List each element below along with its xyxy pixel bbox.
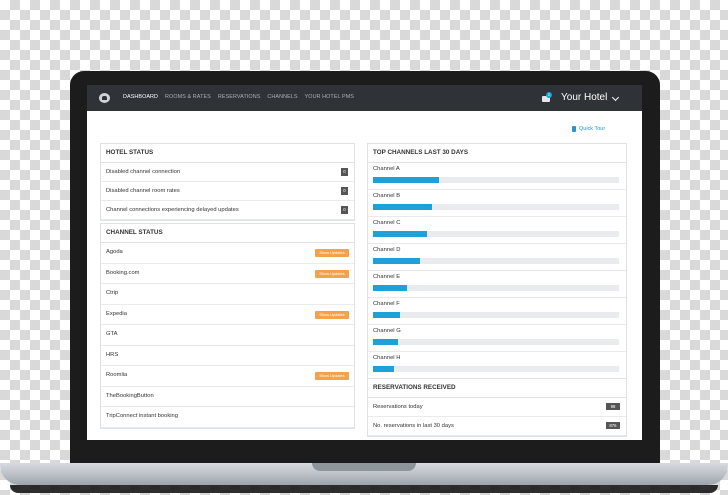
channel-status-row: HRS (101, 346, 354, 366)
channel-name: Roomlia (106, 372, 128, 378)
channel-name: Expedia (106, 310, 127, 317)
channel-bar-fill (373, 231, 428, 237)
show-updates-button[interactable]: Show Updates (315, 249, 349, 257)
channel-bar-label: Channel D (373, 247, 401, 253)
channel-name: GTA (106, 331, 118, 337)
reservations-count-badge: 98 (606, 403, 620, 410)
hotel-status-title: HOTEL STATUS (101, 144, 354, 163)
channel-bar-fill (373, 258, 420, 264)
logo-icon[interactable] (99, 93, 110, 103)
top-channels-panel: TOP CHANNELS LAST 30 DAYS Channel A Chann… (367, 143, 627, 380)
channel-bar-track (373, 339, 619, 345)
channel-bar-fill (373, 204, 433, 210)
channel-bar-label: Channel E (373, 274, 401, 280)
show-updates-button[interactable]: Show Updates (315, 372, 349, 380)
channel-status-row: Agoda Show Updates (101, 243, 354, 264)
screen: DASHBOARD ROOMS & RATES RESERVATIONS CHANNE… (87, 85, 642, 440)
channel-bar-fill (373, 285, 408, 291)
channel-bar-row: Channel D (368, 244, 626, 271)
channel-status-title: CHANNEL STATUS (101, 224, 354, 243)
top-channels-title: TOP CHANNELS LAST 30 DAYS (368, 144, 626, 163)
hotel-status-label: Disabled channel room rates (106, 188, 180, 194)
notification-badge: 2 (546, 92, 552, 98)
hotel-status-row: Disabled channel connection 0 (101, 163, 354, 182)
channel-bar-track (373, 204, 619, 210)
channel-bar-track (373, 312, 619, 318)
channel-bar-fill (373, 366, 394, 372)
channel-status-row: GTA (101, 325, 354, 346)
channel-name: TripConnect instant booking (106, 413, 178, 419)
nav-item[interactable]: RESERVATIONS (218, 94, 261, 100)
reservations-row: No. reservations in last 30 days 876 (368, 417, 626, 436)
hotel-selector[interactable]: Your Hotel (561, 92, 607, 103)
nav-item[interactable]: ROOMS & RATES (165, 94, 211, 100)
hotel-status-row: Disabled channel room rates 0 (101, 182, 354, 201)
status-count-badge: 0 (341, 187, 348, 195)
channel-bar-fill (373, 339, 398, 345)
channel-bar-label: Channel A (373, 166, 400, 172)
channel-bar-track (373, 285, 619, 291)
channel-status-row: TheBookingButton (101, 387, 354, 407)
status-count-badge: 0 (341, 206, 348, 214)
channel-bar-row: Channel B (368, 190, 626, 217)
channel-status-panel: CHANNEL STATUS Agoda Show Updates Booking.… (100, 223, 355, 429)
channel-bar-track (373, 258, 619, 264)
channel-bar-label: Channel G (373, 328, 401, 334)
channel-name: Agoda (106, 249, 123, 255)
channel-bar-track (373, 231, 619, 237)
channel-bar-track (373, 366, 619, 372)
quick-tour-label[interactable]: Quick Tour (579, 126, 605, 132)
nav-item[interactable]: YOUR HOTEL PMS (305, 94, 354, 100)
status-count-badge: 0 (341, 168, 348, 176)
channel-name: Ctrip (106, 290, 119, 296)
reservations-panel: RESERVATIONS RECEIVED Reservations today… (367, 378, 627, 437)
channel-bar-fill (373, 312, 401, 318)
channel-bar-row: Channel F (368, 298, 626, 325)
channel-status-row: Roomlia Show Updates (101, 366, 354, 387)
channel-bar-row: Channel H (368, 352, 626, 379)
main-menu: DASHBOARD ROOMS & RATES RESERVATIONS CHANNE… (123, 94, 354, 100)
hotel-status-label: Disabled channel connection (106, 169, 181, 175)
quick-tour-link[interactable]: Quick Tour (571, 126, 605, 132)
show-updates-button[interactable]: Show Updates (315, 310, 349, 319)
hotel-status-panel: HOTEL STATUS Disabled channel connection… (100, 143, 355, 221)
reservations-label: Reservations today (373, 404, 423, 410)
channel-status-row: Ctrip (101, 284, 354, 305)
channel-status-row: Expedia Show Updates (101, 305, 354, 325)
channel-bar-fill (373, 177, 440, 183)
laptop-shadow (10, 485, 718, 493)
channel-bar-row: Channel C (368, 217, 626, 244)
reservations-count-badge: 876 (606, 422, 620, 429)
channel-status-row: TripConnect instant booking (101, 407, 354, 428)
channel-bar-label: Channel C (373, 220, 401, 226)
channel-status-row: Booking.com Show Updates (101, 264, 354, 284)
reservations-title: RESERVATIONS RECEIVED (368, 379, 626, 398)
channel-name: Booking.com (106, 269, 140, 276)
chevron-down-icon[interactable] (611, 93, 620, 102)
channel-bar-label: Channel B (373, 193, 401, 199)
channel-name: HRS (106, 351, 119, 358)
nav-item[interactable]: CHANNELS (267, 94, 297, 100)
hotel-status-row: Channel connections experiencing delayed… (101, 201, 354, 220)
nav-item[interactable]: DASHBOARD (123, 94, 158, 100)
channel-bar-track (373, 177, 619, 183)
channel-bar-row: Channel G (368, 325, 626, 352)
channel-bar-label: Channel H (373, 355, 401, 361)
top-nav: DASHBOARD ROOMS & RATES RESERVATIONS CHANNE… (87, 85, 642, 111)
show-updates-button[interactable]: Show Updates (315, 269, 349, 278)
channel-bar-row: Channel E (368, 271, 626, 298)
reservations-label: No. reservations in last 30 days (373, 423, 454, 429)
reservations-row: Reservations today 98 (368, 398, 626, 417)
hotel-status-label: Channel connections experiencing delayed… (106, 207, 239, 213)
channel-name: TheBookingButton (106, 392, 154, 399)
channel-bar-row: Channel A (368, 163, 626, 190)
laptop-notch (312, 463, 416, 471)
channel-bar-label: Channel F (373, 301, 400, 307)
